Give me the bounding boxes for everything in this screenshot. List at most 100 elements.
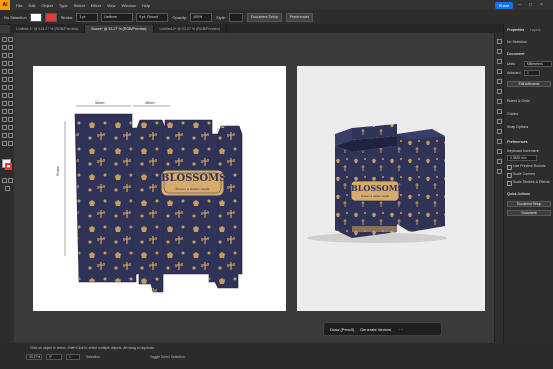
layers-panel-icon[interactable] [497, 49, 502, 54]
stroke-swatch[interactable] [44, 12, 57, 22]
menu-effect[interactable]: Effect [91, 3, 101, 8]
symbols-panel-icon[interactable] [497, 89, 502, 94]
edit-artboards-button[interactable]: Edit Artboards [507, 81, 551, 87]
draw-mode-icon[interactable] [2, 178, 7, 183]
tab-untitled-2[interactable]: Untitled-2* @ 33.27 % (RGB/Preview) [154, 25, 228, 33]
quick-actions-head: Quick Actions [507, 192, 531, 196]
stroke-color-icon[interactable] [5, 163, 12, 170]
units-select[interactable]: Millimeters [524, 61, 552, 67]
use-preview-bounds-checkbox[interactable] [507, 165, 512, 170]
scale-corners-label: Scale Corners [513, 172, 536, 176]
properties-panel-icon[interactable] [497, 39, 502, 44]
document-panel-button[interactable]: Document [507, 210, 551, 216]
tab-boxes[interactable]: Boxes* @ 33.27 % (RGB/Preview) [85, 25, 154, 33]
generate-vectors-button[interactable]: Generate Vectors [360, 327, 391, 332]
free-transform-tool-icon[interactable] [8, 93, 13, 98]
more-options-icon[interactable]: ⋯ [399, 327, 403, 332]
eyedropper-tool-icon[interactable] [2, 117, 7, 122]
menu-help[interactable]: Help [142, 3, 150, 8]
swatches-panel-icon[interactable] [497, 69, 502, 74]
menu-view[interactable]: View [107, 3, 116, 8]
shape-builder-tool-icon[interactable] [2, 101, 7, 106]
zoom-tool-icon[interactable] [8, 141, 13, 146]
graph-tool-icon[interactable] [8, 125, 13, 130]
close-icon[interactable]: × [538, 2, 545, 8]
gradient-panel-icon[interactable] [497, 109, 502, 114]
curvature-tool-icon[interactable] [8, 53, 13, 58]
control-bar: No Selection Stroke: 1 pt Uniform 5 pt. … [0, 10, 553, 25]
edit-toolbar-icon[interactable] [5, 186, 10, 191]
scale-strokes-checkbox[interactable] [507, 181, 512, 186]
artboard-dieline[interactable]: 58mm 48mm 90mm BLOSSOMS Flowers & Garden… [33, 66, 286, 311]
share-button[interactable]: Share [495, 2, 513, 9]
zoom-field[interactable]: 33.27% [26, 354, 42, 360]
tab-untitled-1[interactable]: Untitled-1* @ 113.27 % (RGB/Preview) [10, 25, 86, 33]
artboard-nav-field[interactable]: 1 [66, 354, 80, 360]
scale-strokes-label: Scale Strokes & Effects [513, 180, 550, 184]
fill-swatch[interactable] [29, 12, 42, 22]
maximize-icon[interactable]: □ [527, 2, 534, 8]
gradient-tool-icon[interactable] [8, 109, 13, 114]
transform-panel-icon[interactable] [497, 169, 502, 174]
paintbrush-tool-icon[interactable] [8, 69, 13, 74]
symbol-sprayer-tool-icon[interactable] [2, 125, 7, 130]
tab-layers[interactable]: Layers [530, 28, 541, 32]
dieline-brand-sub: Flowers & Garden Goods [175, 187, 210, 191]
appearance-panel-icon[interactable] [497, 129, 502, 134]
width-tool-icon[interactable] [2, 93, 7, 98]
app-logo: Ai [0, 0, 10, 10]
variable-width-select[interactable]: Uniform [101, 12, 134, 22]
menu-edit[interactable]: Edit [28, 3, 35, 8]
pathfinder-panel-icon[interactable] [497, 159, 502, 164]
draw-pencil-button[interactable]: Draw (Pencil) [330, 327, 354, 332]
brushes-panel-icon[interactable] [497, 79, 502, 84]
magic-wand-tool-icon[interactable] [2, 45, 7, 50]
scale-corners-checkbox[interactable] [507, 173, 512, 178]
keyboard-increment-field[interactable]: 0.3528 mm [507, 155, 537, 161]
menu-select[interactable]: Select [74, 3, 85, 8]
menu-type[interactable]: Type [59, 3, 68, 8]
preferences-section-head: Preferences [507, 140, 528, 144]
artboard-tool-icon[interactable] [2, 133, 7, 138]
minimize-icon[interactable]: – [516, 2, 523, 8]
style-swatch[interactable] [229, 12, 244, 22]
scale-tool-icon[interactable] [8, 85, 13, 90]
slice-tool-icon[interactable] [8, 133, 13, 138]
eraser-tool-icon[interactable] [8, 77, 13, 82]
artboard-mockup[interactable]: BLOSSOMS Flowers & Garden Goods [297, 66, 485, 311]
document-setup-panel-button[interactable]: Document Setup [507, 201, 551, 207]
stroke-panel-icon[interactable] [497, 99, 502, 104]
graphic-styles-panel-icon[interactable] [497, 139, 502, 144]
align-panel-icon[interactable] [497, 149, 502, 154]
rotate-tool-icon[interactable] [2, 85, 7, 90]
menu-file[interactable]: File [16, 3, 22, 8]
pen-tool-icon[interactable] [2, 53, 7, 58]
screen-mode-icon[interactable] [8, 178, 13, 183]
selection-tool-icon[interactable] [2, 37, 7, 42]
document-setup-button[interactable]: Document Setup [247, 12, 282, 22]
libraries-panel-icon[interactable] [497, 59, 502, 64]
artboard-select[interactable]: 1 [524, 70, 540, 76]
opacity-field[interactable]: 100% [190, 12, 213, 22]
type-tool-icon[interactable] [2, 61, 7, 66]
menu-window[interactable]: Window [121, 3, 135, 8]
mesh-tool-icon[interactable] [2, 109, 7, 114]
transparency-panel-icon[interactable] [497, 119, 502, 124]
mockup-brand-sub: Flowers & Garden Goods [360, 195, 390, 198]
properties-panel: Properties Layers No Selection Document … [503, 24, 553, 369]
lasso-tool-icon[interactable] [8, 45, 13, 50]
tab-properties[interactable]: Properties [507, 28, 524, 32]
line-tool-icon[interactable] [8, 61, 13, 66]
rectangle-tool-icon[interactable] [2, 69, 7, 74]
stroke-weight-field[interactable]: 1 pt [76, 12, 99, 22]
contextual-task-bar: Draw (Pencil) Generate Vectors ⋯ [323, 322, 442, 336]
hand-tool-icon[interactable] [2, 141, 7, 146]
pencil-tool-icon[interactable] [2, 77, 7, 82]
blend-tool-icon[interactable] [8, 117, 13, 122]
preferences-button[interactable]: Preferences [285, 12, 314, 22]
menu-object[interactable]: Object [41, 3, 53, 8]
rotate-view-field[interactable]: 0° [46, 354, 62, 360]
direct-selection-tool-icon[interactable] [8, 37, 13, 42]
perspective-grid-tool-icon[interactable] [8, 101, 13, 106]
brush-select[interactable]: 5 pt. Round [136, 12, 169, 22]
